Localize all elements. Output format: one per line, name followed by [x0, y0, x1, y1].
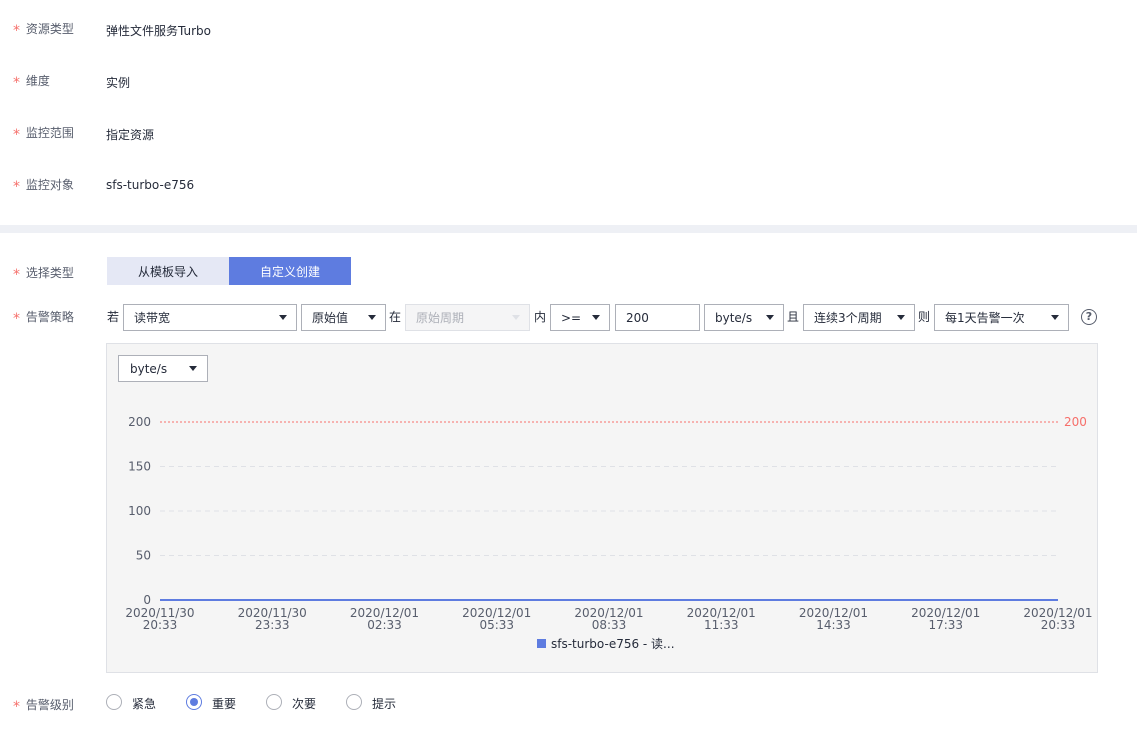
target-label: * 监控对象 [13, 178, 74, 195]
tab-custom-create[interactable]: 自定义创建 [229, 257, 351, 285]
unit-select-value: byte/s [715, 310, 753, 325]
chevron-down-icon [512, 315, 520, 320]
level-radio-4[interactable] [346, 694, 362, 710]
chevron-down-icon [368, 315, 376, 320]
level-label: * 告警级别 [13, 698, 74, 715]
policy-label: * 告警策略 [13, 310, 74, 327]
x-tick-label-time: 02:33 [367, 618, 402, 632]
level-label-4[interactable]: 提示 [372, 695, 396, 712]
level-radio-3[interactable] [266, 694, 282, 710]
level-label-1[interactable]: 紧急 [132, 695, 156, 712]
resource-type-label: * 资源类型 [13, 22, 74, 39]
x-tick-label-time: 05:33 [479, 618, 514, 632]
legend-swatch [537, 639, 546, 648]
within-text: 内 [534, 310, 547, 324]
chevron-down-icon [897, 315, 905, 320]
select-type-label: * 选择类型 [13, 266, 74, 283]
resource-type-value: 弹性文件服务Turbo [106, 24, 212, 38]
chevron-down-icon [1051, 315, 1059, 320]
x-tick-label-time: 11:33 [704, 618, 739, 632]
operator-select-value: >= [561, 310, 582, 325]
chevron-down-icon [766, 315, 774, 320]
scope-label: * 监控范围 [13, 126, 74, 143]
chevron-down-icon [592, 315, 600, 320]
y-tick-label: 200 [128, 415, 151, 429]
dimension-value: 实例 [106, 76, 131, 90]
period-select: 原始周期 [405, 304, 530, 331]
consecutive-select[interactable]: 连续3个周期 [803, 304, 915, 331]
x-tick-label-time: 17:33 [928, 618, 963, 632]
line-chart: 2001501005002002020/11/3020:332020/11/30… [125, 415, 1092, 651]
in-text: 在 [389, 310, 402, 324]
threshold-label: 200 [1064, 415, 1087, 429]
and-text: 且 [787, 310, 800, 324]
section-divider [0, 225, 1137, 233]
help-icon[interactable]: ? [1081, 309, 1097, 325]
level-label-2[interactable]: 重要 [212, 695, 236, 712]
if-text: 若 [107, 310, 120, 324]
period-select-value: 原始周期 [416, 311, 465, 325]
chevron-down-icon [279, 315, 287, 320]
target-value: sfs-turbo-e756 [106, 178, 195, 192]
aggregation-select[interactable]: 原始值 [301, 304, 386, 331]
scope-value: 指定资源 [106, 128, 155, 142]
consecutive-select-value: 连续3个周期 [814, 311, 882, 325]
frequency-select-value: 每1天告警一次 [945, 311, 1025, 325]
unit-select[interactable]: byte/s [704, 304, 784, 331]
legend-label: sfs-turbo-e756 - 读... [551, 637, 675, 651]
x-tick-label-time: 23:33 [255, 618, 290, 632]
x-tick-label-time: 08:33 [592, 618, 627, 632]
level-radio-1[interactable] [106, 694, 122, 710]
metric-select-value: 读带宽 [134, 311, 171, 325]
operator-select[interactable]: >= [550, 304, 610, 331]
level-label-3[interactable]: 次要 [292, 695, 316, 712]
y-tick-label: 50 [136, 549, 151, 563]
x-tick-label-time: 20:33 [143, 618, 178, 632]
tab-template-import[interactable]: 从模板导入 [107, 257, 229, 285]
chart-panel: byte/s 200 150 100 50 0 200 2020/11/30 20:33 202… [106, 343, 1098, 673]
x-tick-label-time: 14:33 [816, 618, 851, 632]
dimension-label: * 维度 [13, 74, 50, 91]
x-tick-label-time: 20:33 [1041, 618, 1076, 632]
then-text: 则 [918, 310, 931, 324]
aggregation-select-value: 原始值 [312, 311, 349, 325]
level-radio-2[interactable] [186, 694, 202, 710]
y-tick-label: 100 [128, 504, 151, 518]
y-tick-label: 0 [143, 593, 151, 607]
metric-select[interactable]: 读带宽 [123, 304, 297, 331]
frequency-select[interactable]: 每1天告警一次 [934, 304, 1069, 331]
y-tick-label: 150 [128, 460, 151, 474]
threshold-input[interactable]: 200 [615, 304, 700, 331]
